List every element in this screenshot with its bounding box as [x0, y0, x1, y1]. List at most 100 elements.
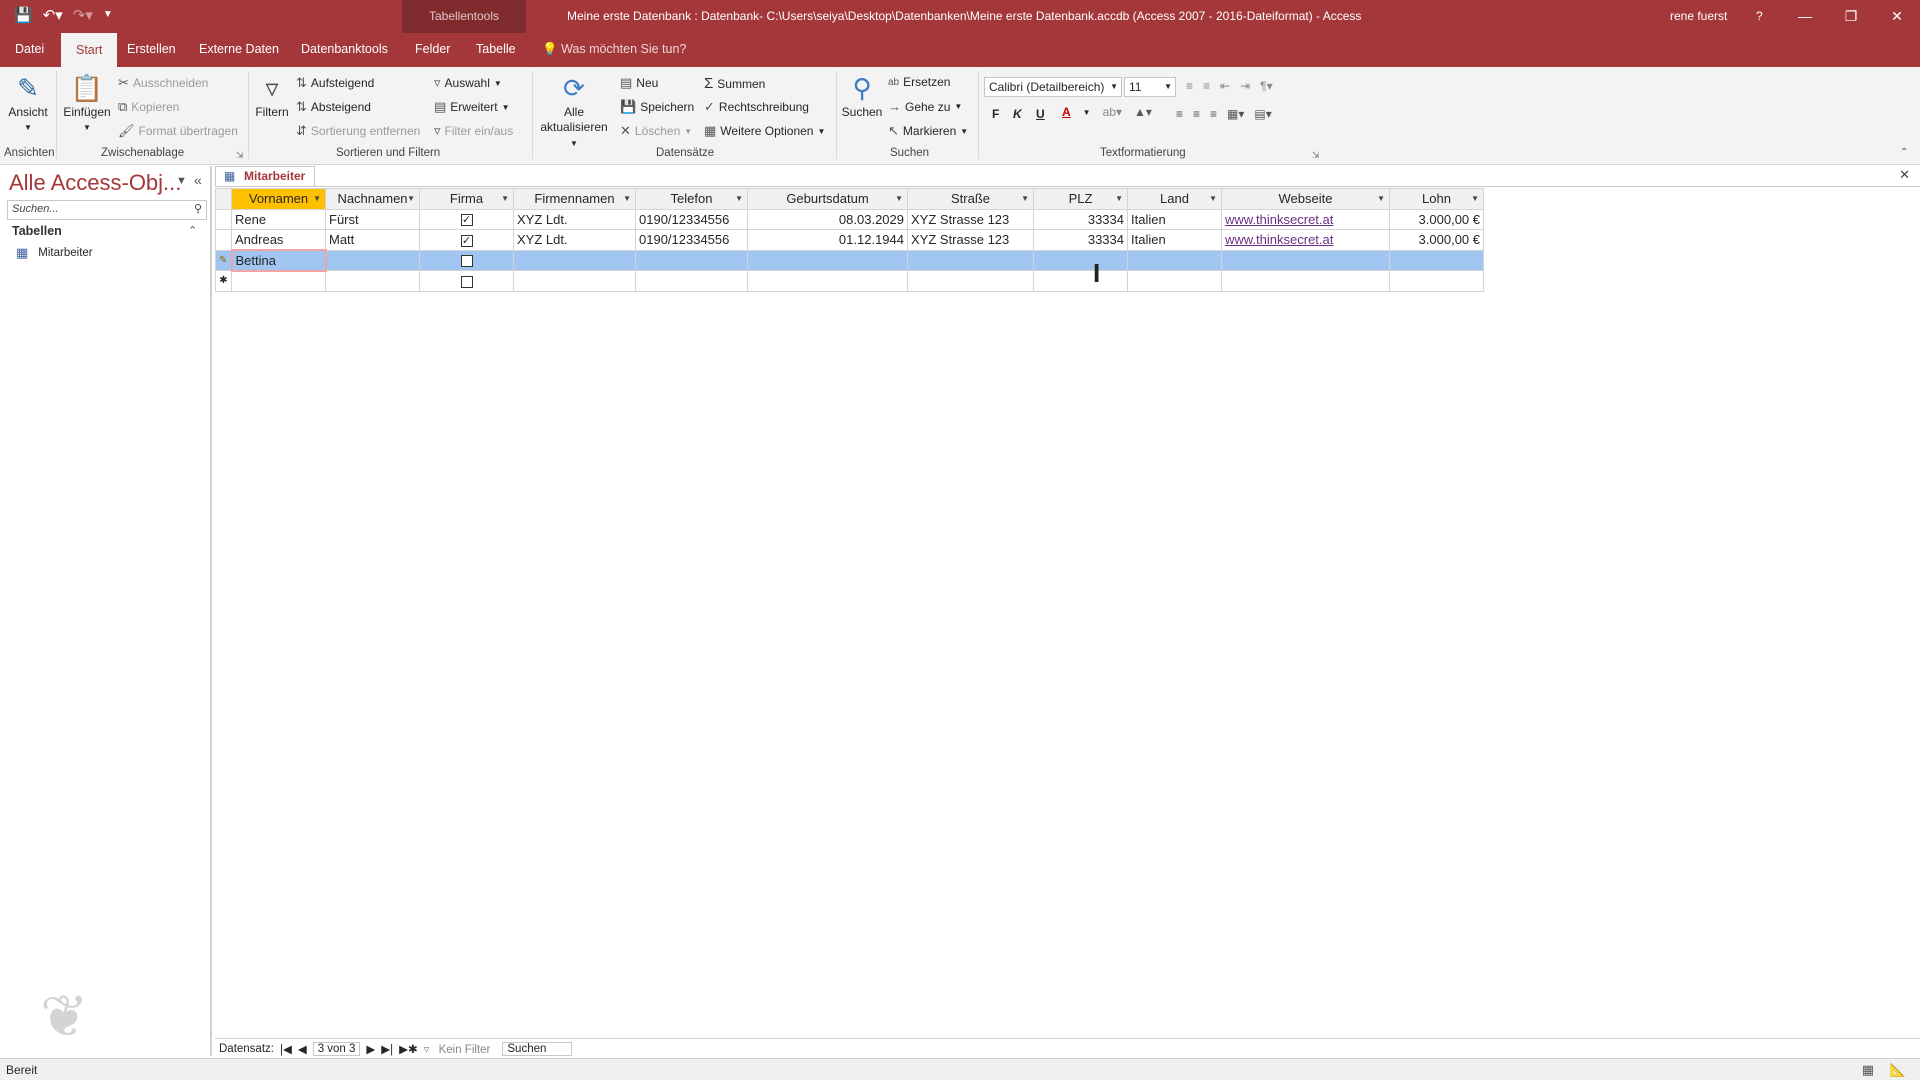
cell-firma[interactable] — [419, 249, 514, 271]
chevron-down-icon[interactable]: ▼ — [895, 194, 903, 203]
cell-telefon[interactable]: 0190/12334556 — [635, 208, 748, 230]
indent-increase-icon[interactable]: ⇥ — [1240, 79, 1250, 93]
filter-button[interactable]: ▿ Filtern — [252, 71, 292, 120]
restore-icon[interactable]: ❐ — [1828, 0, 1874, 33]
prev-record-icon[interactable]: ◀ — [298, 1042, 307, 1056]
close-document-icon[interactable]: ✕ — [1899, 167, 1910, 183]
cell-nachnamen[interactable] — [325, 249, 420, 271]
column-header[interactable]: Geburtsdatum ▼ — [747, 188, 908, 210]
tell-me-box[interactable]: 💡 Was möchten Sie tun? — [542, 42, 686, 57]
cell-telefon[interactable] — [635, 249, 748, 271]
delete-record-button[interactable]: ✕ Löschen ▼ — [620, 123, 692, 139]
find-button[interactable]: ⚲ Suchen — [840, 71, 884, 120]
cell-strasse[interactable]: XYZ Strasse 123 — [907, 208, 1034, 230]
font-family-select[interactable]: Calibri (Detailbereich) ▼ — [984, 77, 1122, 97]
selection-button[interactable]: ▿ Auswahl ▼ — [434, 75, 502, 91]
remove-sort-button[interactable]: ⇵ Sortierung entfernen — [296, 123, 420, 139]
section-collapse-icon[interactable]: ⌃ — [188, 224, 197, 237]
redo-icon[interactable]: ↷▾ — [73, 6, 93, 24]
refresh-all-button[interactable]: ⟳ Alle aktualisieren ▼ — [536, 71, 612, 151]
totals-button[interactable]: Σ Summen — [704, 75, 765, 92]
nav-menu-icon[interactable]: ▼ — [176, 175, 187, 187]
column-header[interactable]: Firma ▼ — [419, 188, 514, 210]
dialog-launcher-icon[interactable]: ⇲ — [236, 150, 244, 161]
save-record-button[interactable]: 💾 Speichern — [620, 99, 694, 115]
toggle-filter-button[interactable]: ▿ Filter ein/aus — [434, 123, 513, 139]
spelling-button[interactable]: ✓ Rechtschreibung — [704, 99, 809, 115]
nav-section-tabellen[interactable]: Tabellen — [12, 224, 62, 238]
paragraph-direction-icon[interactable]: ¶▾ — [1260, 79, 1272, 93]
gridlines-icon[interactable]: ▦▾ — [1227, 107, 1244, 121]
filter-status[interactable]: ▿ Kein Filter — [424, 1042, 497, 1056]
undo-icon[interactable]: ↶▾ — [43, 6, 63, 24]
record-position-input[interactable]: 3 von 3 — [312, 1041, 361, 1056]
column-header[interactable]: Webseite ▼ — [1221, 188, 1390, 210]
cell-plz[interactable] — [1033, 249, 1128, 271]
cell-land[interactable]: Italien — [1127, 208, 1222, 230]
cell-nachnamen[interactable]: Fürst — [325, 208, 420, 230]
column-header[interactable]: Land ▼ — [1127, 188, 1222, 210]
cell-webseite[interactable] — [1221, 249, 1390, 271]
cell-strasse[interactable] — [907, 249, 1034, 271]
dialog-launcher-icon[interactable]: ⇲ — [1312, 150, 1320, 161]
cell-firma[interactable]: ✓ — [419, 208, 514, 230]
chevron-down-icon[interactable]: ▼ — [735, 194, 743, 203]
cell-land[interactable] — [1127, 270, 1222, 292]
cut-button[interactable]: ✂ Ausschneiden — [118, 75, 208, 91]
first-record-icon[interactable]: |◀ — [280, 1042, 292, 1056]
indent-decrease-icon[interactable]: ⇤ — [1220, 79, 1230, 93]
cell-nachnamen[interactable] — [325, 270, 420, 292]
align-right-icon[interactable]: ≡ — [1210, 107, 1217, 121]
cell-nachnamen[interactable]: Matt — [325, 229, 420, 251]
cell-geburtsdatum[interactable] — [747, 270, 908, 292]
chevron-down-icon[interactable]: ▼ — [501, 194, 509, 203]
fill-color-icon[interactable]: ▲▾ — [1134, 105, 1152, 119]
replace-button[interactable]: ab Ersetzen — [888, 75, 950, 89]
column-header[interactable]: PLZ ▼ — [1033, 188, 1128, 210]
more-options-button[interactable]: ▦ Weitere Optionen ▼ — [704, 123, 825, 139]
checkbox-checked[interactable]: ✓ — [460, 214, 473, 227]
chevron-down-icon[interactable]: ▼ — [1115, 194, 1123, 203]
cell-firmennamen[interactable] — [513, 249, 636, 271]
align-left-icon[interactable]: ≡ — [1176, 107, 1183, 121]
nav-title[interactable]: Alle Access-Obj... — [9, 170, 181, 196]
goto-button[interactable]: → Gehe zu ▼ — [888, 99, 962, 114]
cell-plz[interactable]: 33334 — [1033, 229, 1128, 251]
italic-button[interactable]: K — [1013, 107, 1022, 121]
column-header[interactable]: Nachnamen ▼ — [325, 188, 420, 210]
underline-button[interactable]: U — [1036, 107, 1045, 121]
cell-strasse[interactable] — [907, 270, 1034, 292]
tab-externe-daten[interactable]: Externe Daten — [199, 42, 279, 56]
cell-geburtsdatum[interactable]: 01.12.1944 — [747, 229, 908, 251]
column-header[interactable]: Vornamen ▼ — [231, 188, 326, 210]
datasheet-view-icon[interactable]: ▦ — [1862, 1062, 1874, 1078]
view-button[interactable]: ✎ Ansicht ▼ — [6, 71, 50, 135]
chevron-down-icon[interactable]: ▼ — [1377, 194, 1385, 203]
tab-start[interactable]: Start — [61, 33, 118, 67]
format-painter-button[interactable]: 🖌 Format übertragen — [118, 123, 238, 139]
select-button[interactable]: ↖ Markieren ▼ — [888, 123, 968, 139]
nav-collapse-icon[interactable]: « — [194, 172, 202, 188]
cell-webseite[interactable]: www.thinksecret.at — [1221, 208, 1390, 230]
column-header[interactable]: Firmennamen ▼ — [513, 188, 636, 210]
design-view-icon[interactable]: 📐 — [1890, 1062, 1906, 1078]
customize-icon[interactable]: ▼ — [103, 9, 113, 24]
tab-datei[interactable]: Datei — [15, 42, 44, 56]
checkbox-unchecked[interactable] — [460, 255, 473, 268]
chevron-down-icon[interactable]: ▼ — [313, 194, 321, 203]
cell-webseite[interactable] — [1221, 270, 1390, 292]
row-selector[interactable]: ✱ — [215, 270, 232, 292]
advanced-button[interactable]: ▤ Erweitert ▼ — [434, 99, 510, 115]
cell-firma[interactable] — [419, 270, 514, 292]
highlight-icon[interactable]: ab▾ — [1103, 105, 1122, 119]
row-selector[interactable]: ✎ — [215, 249, 232, 271]
bullets-icon[interactable]: ≡ — [1186, 79, 1193, 93]
cell-vornamen[interactable]: Andreas — [231, 229, 326, 251]
row-selector[interactable] — [215, 229, 232, 251]
cell-plz[interactable]: 33334 — [1033, 208, 1128, 230]
paste-button[interactable]: 📋 Einfügen ▼ — [62, 71, 112, 135]
bold-button[interactable]: F — [992, 107, 999, 121]
cell-firmennamen[interactable]: XYZ Ldt. — [513, 208, 636, 230]
save-icon[interactable]: 💾 — [14, 6, 33, 24]
cell-vornamen[interactable]: Bettina — [230, 249, 327, 272]
